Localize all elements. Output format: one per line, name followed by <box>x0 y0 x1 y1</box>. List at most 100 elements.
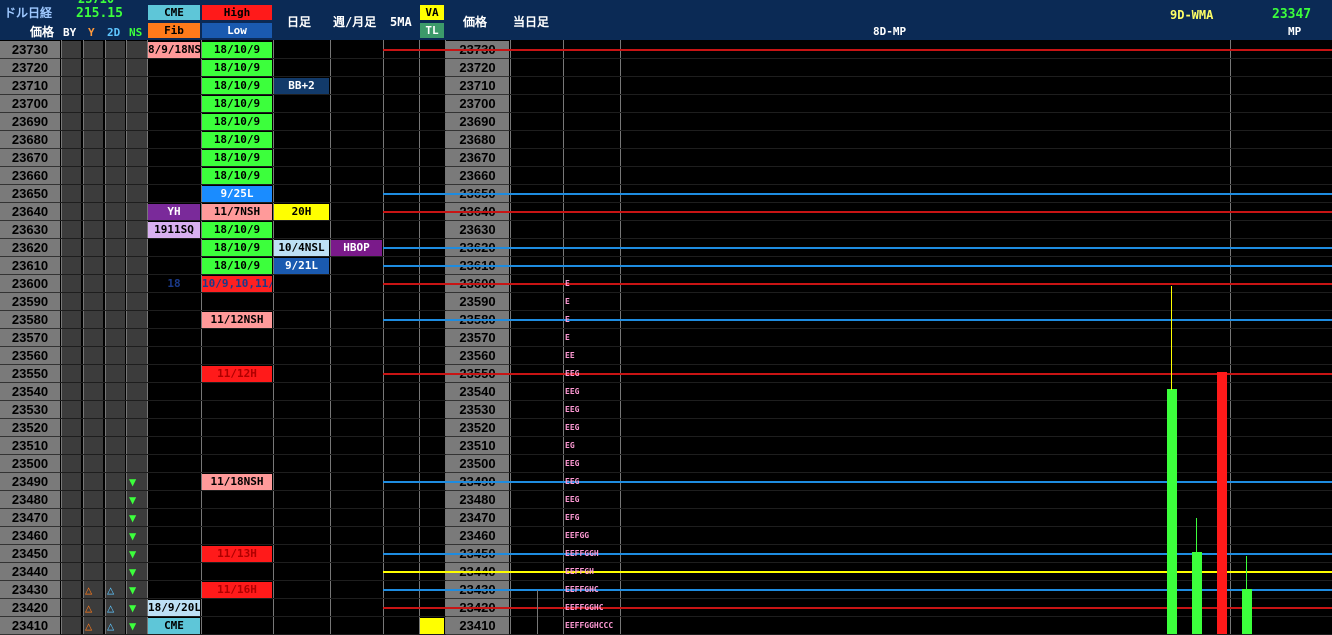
level-line <box>383 247 1332 249</box>
price-cell: 23730 <box>0 41 60 59</box>
row-divider <box>0 76 1332 77</box>
tpo-letters: E <box>565 297 570 306</box>
row-divider <box>0 220 1332 221</box>
daily-level-label: BB+2 <box>274 78 329 94</box>
row-divider <box>0 130 1332 131</box>
tpo-letters: E <box>565 315 570 324</box>
row-divider <box>0 382 1332 383</box>
green-candle-body <box>1242 589 1252 634</box>
high-low-level-label: 11/18NSH <box>202 474 272 490</box>
price-cell-2: 23540 <box>446 383 509 401</box>
row-divider <box>0 526 1332 527</box>
high-low-level-label: 11/12NSH <box>202 312 272 328</box>
tpo-letters: EEFFGH <box>565 567 594 576</box>
row-divider <box>0 256 1332 257</box>
high-low-level-label: 18/10/9 <box>202 258 272 274</box>
row-divider <box>0 508 1332 509</box>
up-triangle-icon: △ <box>85 619 93 633</box>
cme-level-label: CME <box>148 618 200 634</box>
weekly-level-label: HBOP <box>331 240 382 256</box>
row-divider <box>0 436 1332 437</box>
price-cell: 23430 <box>0 581 60 599</box>
col-ns-header: NS <box>129 26 143 39</box>
tpo-letters: EFG <box>565 513 580 522</box>
price-cell-2: 23700 <box>446 95 509 113</box>
tpo-letters: EEG <box>565 477 580 486</box>
app-title: ドル日経 <box>4 6 53 20</box>
row-divider <box>0 274 1332 275</box>
row-divider <box>0 184 1332 185</box>
price-cell-2: 23410 <box>446 617 509 635</box>
down-arrow-icon: ▼ <box>129 547 137 561</box>
header-value: 215.15 <box>76 6 123 21</box>
up-triangle-icon: △ <box>85 601 93 615</box>
down-arrow-icon: ▼ <box>129 619 137 633</box>
price-cell: 23440 <box>0 563 60 581</box>
up-triangle-icon: △ <box>85 583 93 597</box>
cme-level-label: 18/9/20L <box>148 600 200 616</box>
price-cell: 23450 <box>0 545 60 563</box>
row-divider <box>0 58 1332 59</box>
tpo-letters: EE <box>565 351 575 360</box>
price-cell: 23670 <box>0 149 60 167</box>
row-divider <box>0 598 1332 599</box>
down-arrow-icon: ▼ <box>129 493 137 507</box>
down-arrow-icon: ▼ <box>129 511 137 525</box>
row-divider <box>0 112 1332 113</box>
tpo-letters: EG <box>565 441 575 450</box>
price-cell-2: 23520 <box>446 419 509 437</box>
row-divider <box>0 238 1332 239</box>
price-cell: 23600 <box>0 275 60 293</box>
row-divider <box>0 202 1332 203</box>
row-divider <box>0 400 1332 401</box>
level-line <box>383 481 1332 483</box>
price-cell-2: 23470 <box>446 509 509 527</box>
fib-header: Fib <box>148 23 200 38</box>
price-cell: 23650 <box>0 185 60 203</box>
mp-header: MP <box>1288 25 1302 38</box>
price-cell: 23590 <box>0 293 60 311</box>
tpo-letters: EEG <box>565 459 580 468</box>
price-cell: 23470 <box>0 509 60 527</box>
high-low-level-label: 18/10/9 <box>202 78 272 94</box>
price-cell: 23480 <box>0 491 60 509</box>
price-cell: 23610 <box>0 257 60 275</box>
high-low-level-label: 11/12H <box>202 366 272 382</box>
daily-header: 日足 <box>287 15 312 29</box>
row-divider <box>0 148 1332 149</box>
cme-level-label: YH <box>148 204 200 220</box>
row-divider <box>0 328 1332 329</box>
high-low-level-label: 18/10/9 <box>202 114 272 130</box>
high-low-level-label: 18/10/9 <box>202 60 272 76</box>
cme-level-label: 8/9/18NS <box>148 42 200 58</box>
price-cell-2: 23680 <box>446 131 509 149</box>
col-by-header: BY <box>63 26 77 39</box>
price-cell: 23530 <box>0 401 60 419</box>
row-divider <box>0 490 1332 491</box>
row-divider <box>0 580 1332 581</box>
up-triangle-icon: △ <box>107 583 115 597</box>
level-line <box>383 283 1332 285</box>
daily-level-label: 20H <box>274 204 329 220</box>
tpo-letters: EEG <box>565 423 580 432</box>
down-arrow-icon: ▼ <box>129 475 137 489</box>
level-line <box>383 211 1332 213</box>
price-cell-2: 23460 <box>446 527 509 545</box>
green-candle-body <box>1192 552 1202 634</box>
tl-header: TL <box>420 23 444 38</box>
row-divider <box>0 418 1332 419</box>
tpo-letters: EEFFGGHC <box>565 603 604 612</box>
price-header: 価格 <box>30 25 55 39</box>
tpo-letters: E <box>565 279 570 288</box>
row-divider <box>0 346 1332 347</box>
row-divider <box>0 310 1332 311</box>
price-header-2: 価格 <box>463 15 488 29</box>
price-cell: 23620 <box>0 239 60 257</box>
daily-level-label: 10/4NSL <box>274 240 329 256</box>
level-line <box>383 373 1332 375</box>
tpo-letters: EEFFGGH <box>565 549 599 558</box>
price-cell: 23420 <box>0 599 60 617</box>
tpo-letters: EEG <box>565 369 580 378</box>
level-line <box>383 571 1332 573</box>
high-low-level-label: 18/10/9 <box>202 132 272 148</box>
